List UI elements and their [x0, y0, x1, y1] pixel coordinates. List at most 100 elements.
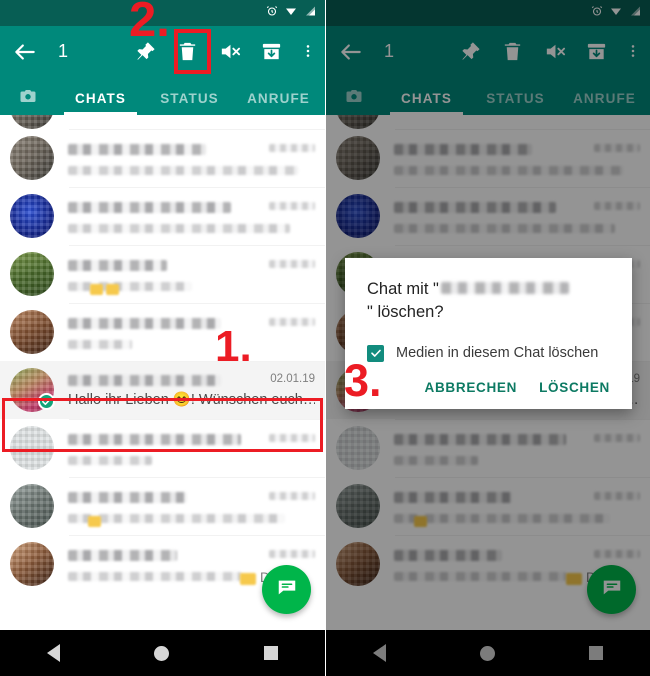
- alarm-icon: [591, 4, 603, 22]
- cancel-button[interactable]: ABBRECHEN: [425, 380, 518, 395]
- list-item[interactable]: [0, 115, 325, 129]
- tab-status[interactable]: STATUS: [145, 91, 234, 115]
- chat-timestamp: 02.01.19: [270, 372, 315, 385]
- chat-row-text: [68, 258, 315, 295]
- status-bar: [326, 0, 650, 26]
- avatar[interactable]: [10, 194, 54, 238]
- avatar[interactable]: [336, 484, 380, 528]
- chat-row-text: [68, 490, 315, 527]
- camera-icon: [18, 87, 38, 108]
- alarm-icon: [266, 4, 278, 22]
- chat-row-text: [68, 432, 315, 465]
- left-phone-panel: 1 CHATS STATUS ANRUFE Hallo ihr Lieben 😊…: [0, 0, 325, 676]
- chat-row-text: [68, 142, 315, 175]
- list-item[interactable]: [326, 477, 650, 535]
- nav-back-icon[interactable]: [373, 644, 386, 662]
- new-chat-fab[interactable]: [262, 565, 311, 614]
- android-nav-bar: [326, 630, 650, 676]
- avatar[interactable]: [10, 484, 54, 528]
- tab-anrufe[interactable]: ANRUFE: [234, 91, 323, 115]
- pin-chat-button[interactable]: [459, 40, 482, 63]
- avatar[interactable]: [10, 115, 54, 129]
- list-item[interactable]: [0, 245, 325, 303]
- delete-button[interactable]: LÖSCHEN: [539, 380, 610, 395]
- avatar[interactable]: [336, 115, 380, 129]
- dialog-title-prefix: Chat mit ": [367, 280, 439, 298]
- wifi-icon: [609, 4, 623, 22]
- dialog-actions: ABBRECHEN LÖSCHEN: [367, 380, 610, 401]
- list-item[interactable]: [0, 187, 325, 245]
- signal-icon: [629, 4, 642, 22]
- android-nav-bar: [0, 630, 325, 676]
- overflow-menu-button[interactable]: [625, 40, 641, 63]
- delete-chat-dialog: Chat mit " " löschen? Medien in diesem C…: [345, 258, 632, 409]
- archive-chat-button[interactable]: [585, 40, 608, 63]
- tab-status[interactable]: STATUS: [471, 91, 560, 115]
- chat-row-text: [394, 142, 640, 175]
- list-item[interactable]: [326, 115, 650, 129]
- mute-chat-button[interactable]: [218, 40, 241, 63]
- avatar[interactable]: [336, 194, 380, 238]
- avatar[interactable]: [336, 542, 380, 586]
- tab-camera[interactable]: [0, 87, 56, 115]
- delete-media-checkbox-label: Medien in diesem Chat löschen: [396, 345, 599, 362]
- selection-count: 1: [384, 41, 395, 61]
- avatar[interactable]: [10, 542, 54, 586]
- nav-home-icon[interactable]: [154, 645, 170, 661]
- back-arrow-icon[interactable]: [12, 39, 38, 65]
- annotation-step-2: 2.: [129, 0, 170, 47]
- new-chat-icon: [601, 576, 623, 603]
- tab-bar: CHATS STATUS ANRUFE: [0, 77, 325, 115]
- list-item[interactable]: [326, 129, 650, 187]
- list-item[interactable]: [326, 419, 650, 477]
- tab-anrufe[interactable]: ANRUFE: [560, 91, 649, 115]
- screenshot-root: 1 CHATS STATUS ANRUFE Hallo ihr Lieben 😊…: [0, 0, 650, 676]
- delete-chat-button[interactable]: [501, 40, 524, 63]
- list-item[interactable]: [0, 419, 325, 477]
- selection-count: 1: [58, 41, 69, 61]
- right-phone-panel: 1 CHATS STATUS ANRUFE Chat mit " " lösch…: [325, 0, 650, 676]
- list-item[interactable]: [0, 477, 325, 535]
- tab-chats[interactable]: CHATS: [56, 91, 145, 115]
- chat-preview-message: Hallo ihr Lieben 😊! Wünschen euch…: [68, 391, 315, 408]
- tab-chats[interactable]: CHATS: [382, 91, 471, 115]
- chat-row-text: [394, 490, 640, 527]
- list-item[interactable]: [0, 129, 325, 187]
- camera-icon: [344, 87, 364, 108]
- new-chat-fab[interactable]: [587, 565, 636, 614]
- wifi-icon: [284, 4, 298, 22]
- avatar[interactable]: [10, 426, 54, 470]
- nav-recents-icon[interactable]: [589, 646, 603, 660]
- new-chat-icon: [276, 576, 298, 603]
- nav-back-icon[interactable]: [47, 644, 61, 662]
- list-item-selected[interactable]: Hallo ihr Lieben 😊! Wünschen euch… 02.01…: [0, 361, 325, 419]
- dialog-title: Chat mit " " löschen?: [367, 278, 610, 324]
- dialog-title-suffix: " löschen?: [367, 302, 444, 321]
- mute-chat-button[interactable]: [543, 40, 566, 63]
- avatar[interactable]: [336, 136, 380, 180]
- annotation-step-3: 3.: [344, 355, 382, 406]
- list-item[interactable]: [0, 303, 325, 361]
- dialog-contact-name-blurred: [440, 282, 569, 294]
- overflow-menu-button[interactable]: [300, 40, 316, 63]
- signal-icon: [304, 4, 317, 22]
- nav-home-icon[interactable]: [480, 645, 495, 661]
- avatar[interactable]: [10, 136, 54, 180]
- selection-app-bar: 1: [326, 26, 650, 77]
- avatar[interactable]: [10, 252, 54, 296]
- avatar[interactable]: [336, 426, 380, 470]
- annotation-step-1: 1.: [215, 322, 252, 371]
- chat-row-text: [394, 200, 640, 233]
- tab-bar: CHATS STATUS ANRUFE: [326, 77, 650, 115]
- nav-recents-icon[interactable]: [263, 646, 278, 660]
- delete-media-checkbox-row[interactable]: Medien in diesem Chat löschen: [367, 344, 610, 362]
- delete-chat-button[interactable]: [176, 40, 199, 63]
- chat-list[interactable]: Hallo ihr Lieben 😊! Wünschen euch… 02.01…: [0, 115, 325, 630]
- archive-chat-button[interactable]: [260, 40, 283, 63]
- back-arrow-icon[interactable]: [338, 39, 364, 65]
- avatar[interactable]: [10, 310, 54, 354]
- chat-row-text: [394, 432, 640, 465]
- tab-camera[interactable]: [326, 87, 382, 115]
- chat-row-text: [68, 316, 315, 349]
- list-item[interactable]: [326, 187, 650, 245]
